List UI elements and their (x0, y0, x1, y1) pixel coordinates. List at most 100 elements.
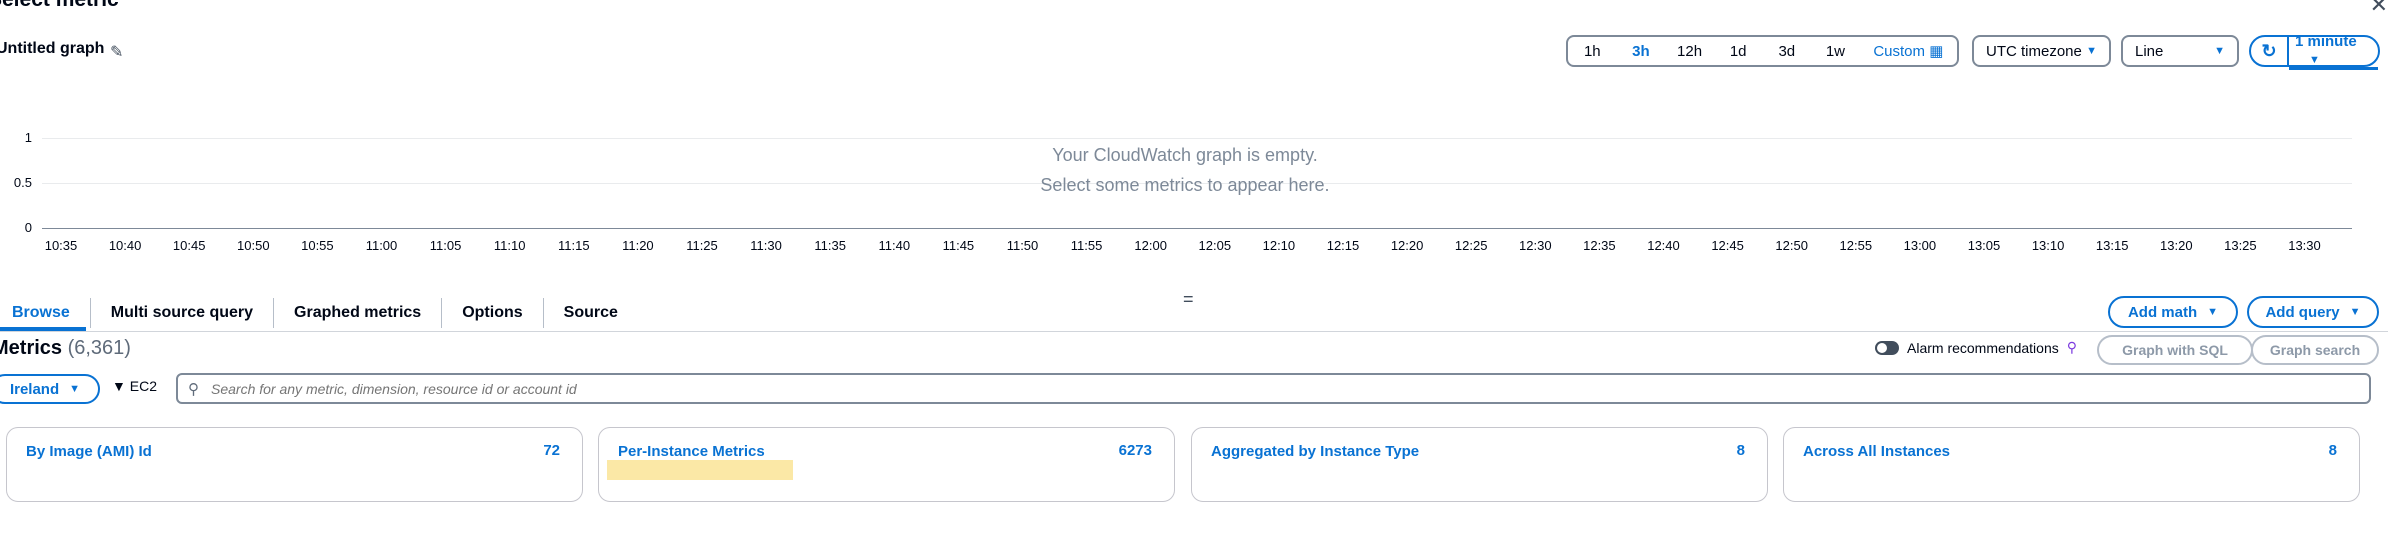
tab-bar: Browse Multi source query Graphed metric… (0, 296, 638, 330)
x-tick: 12:55 (1839, 238, 1873, 253)
expand-triangle-icon: ▼ (112, 378, 126, 394)
range-12h[interactable]: 12h (1665, 43, 1714, 60)
range-3h[interactable]: 3h (1617, 43, 1666, 60)
x-axis (42, 228, 2352, 229)
tab-multi-source-query[interactable]: Multi source query (91, 298, 275, 328)
x-tick: 11:00 (365, 238, 398, 253)
add-math-button[interactable]: Add math ▼ (2108, 296, 2238, 328)
y-tick: 0.5 (13, 175, 32, 190)
x-tick: 13:25 (2224, 238, 2257, 253)
card-title[interactable]: By Image (AMI) Id (26, 443, 152, 460)
tab-browse[interactable]: Browse (0, 298, 91, 328)
range-1h[interactable]: 1h (1568, 43, 1617, 60)
x-tick: 12:05 (1198, 238, 1232, 253)
x-tick: 12:30 (1519, 238, 1552, 253)
toggle-switch[interactable] (1875, 340, 1899, 355)
caret-down-icon: ▼ (2214, 45, 2225, 57)
graph-type-value: Line (2135, 42, 2164, 60)
alarm-recommendations-label: Alarm recommendations (1907, 339, 2059, 356)
x-tick: 11:40 (878, 238, 911, 253)
range-custom[interactable]: Custom ▦ (1860, 42, 1957, 60)
timezone-value: UTC timezone (1986, 42, 2082, 60)
x-tick: 12:20 (1390, 238, 1424, 253)
region-select[interactable]: Ireland ▼ (0, 374, 100, 404)
empty-line-2: Select some metrics to appear here. (1040, 175, 1330, 195)
x-tick: 12:00 (1134, 238, 1167, 253)
card-title[interactable]: Across All Instances (1803, 443, 1950, 460)
graph-with-sql-button[interactable]: Graph with SQL (2097, 335, 2253, 365)
x-tick: 11:55 (1070, 238, 1103, 253)
refresh-icon[interactable]: ↻ (2251, 37, 2289, 65)
x-tick: 11:50 (1006, 238, 1039, 253)
x-tick: 10:50 (237, 238, 270, 253)
x-tick: 13:10 (2031, 238, 2065, 253)
timezone-select[interactable]: UTC timezone ▼ (1972, 35, 2111, 67)
x-tick: 12:10 (1262, 238, 1296, 253)
metrics-heading: Metrics (6,361) (0, 337, 131, 360)
custom-label: Custom (1873, 43, 1926, 60)
metrics-count: (6,361) (67, 337, 131, 359)
caret-down-icon: ▼ (69, 383, 81, 395)
caret-down-icon: ▼ (2086, 45, 2097, 57)
empty-line-1: Your CloudWatch graph is empty. (1052, 145, 1318, 165)
range-3d[interactable]: 3d (1763, 43, 1812, 60)
calendar-icon: ▦ (1929, 43, 1944, 60)
x-tick: 11:20 (622, 238, 654, 253)
refresh-interval-dropdown[interactable]: 1 minute ▼ (2289, 33, 2378, 70)
tab-source[interactable]: Source (544, 298, 638, 328)
x-tick: 10:35 (44, 238, 78, 253)
x-tick: 12:50 (1775, 238, 1808, 253)
add-math-label: Add math (2127, 303, 2198, 321)
card-count: 8 (1736, 442, 1745, 459)
x-tick: 12:25 (1454, 238, 1488, 253)
card-title[interactable]: Per-Instance Metrics (618, 443, 765, 460)
refresh-button-group: ↻ 1 minute ▼ (2249, 33, 2380, 70)
search-icon: ⚲ (188, 380, 199, 398)
tab-graphed-metrics[interactable]: Graphed metrics (274, 298, 443, 328)
highlight-marker (607, 460, 793, 480)
refresh-interval-value: 1 minute (2295, 32, 2357, 50)
namespace-breadcrumb[interactable]: ▼ EC2 (112, 378, 157, 394)
lightbulb-icon: ⚲ (2066, 339, 2077, 355)
tab-options[interactable]: Options (442, 298, 544, 328)
x-tick: 11:15 (558, 238, 590, 253)
metric-card[interactable]: Per-Instance Metrics 6273 (598, 427, 1175, 502)
x-tick: 13:20 (2160, 238, 2193, 253)
x-tick: 13:15 (2095, 238, 2129, 253)
card-title[interactable]: Aggregated by Instance Type (1211, 443, 1419, 460)
y-tick: 1 (24, 130, 32, 145)
x-tick: 11:30 (750, 238, 782, 253)
x-tick: 10:45 (172, 238, 206, 253)
x-tick: 12:45 (1711, 238, 1744, 253)
metric-search[interactable]: ⚲ (176, 373, 2371, 404)
x-tick: 11:05 (429, 238, 462, 253)
edit-pencil-icon[interactable]: ✎ (110, 42, 123, 62)
x-tick: 11:10 (493, 238, 526, 253)
x-tick: 11:25 (686, 238, 718, 253)
add-query-button[interactable]: Add query ▼ (2247, 296, 2379, 328)
metric-card[interactable]: Across All Instances 8 (1783, 427, 2360, 502)
caret-down-icon: ▼ (2349, 306, 2361, 318)
close-icon[interactable]: ✕ (2370, 0, 2388, 18)
graph-search-button[interactable]: Graph search (2251, 335, 2379, 365)
x-tick: 13:00 (1903, 238, 1937, 253)
range-1d[interactable]: 1d (1714, 43, 1763, 60)
x-tick: 13:30 (2288, 238, 2321, 253)
x-tick: 12:15 (1326, 238, 1360, 253)
caret-down-icon: ▼ (2309, 53, 2320, 66)
metric-card[interactable]: By Image (AMI) Id 72 (6, 427, 583, 502)
x-tick: 12:40 (1647, 238, 1680, 253)
modal-title: Select metric (0, 0, 119, 12)
x-tick: 11:45 (942, 238, 975, 253)
resize-handle-icon[interactable]: = (1183, 289, 1194, 310)
range-1w[interactable]: 1w (1811, 43, 1860, 60)
y-tick: 0 (24, 220, 32, 235)
metric-search-input[interactable] (209, 379, 2369, 398)
x-tick: 10:55 (301, 238, 334, 253)
graph-title: Untitled graph (0, 40, 105, 57)
x-tick: 11:35 (814, 238, 846, 253)
alarm-recommendations-toggle[interactable]: Alarm recommendations ⚲ (1875, 339, 2077, 356)
metric-card[interactable]: Aggregated by Instance Type 8 (1191, 427, 1768, 502)
x-tick: 13:05 (1967, 238, 2001, 253)
graph-type-select[interactable]: Line ▼ (2121, 35, 2239, 67)
